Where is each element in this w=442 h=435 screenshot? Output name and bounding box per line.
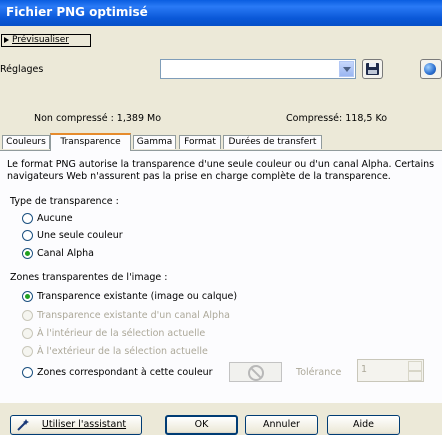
radio-button[interactable] xyxy=(22,213,33,224)
preview-button-label: Prévisualiser xyxy=(12,35,69,45)
ok-button[interactable]: OK xyxy=(165,415,238,435)
radio-button[interactable] xyxy=(22,291,33,302)
no-color-icon xyxy=(248,365,264,381)
help-button[interactable]: Aide xyxy=(327,415,400,435)
title-bar[interactable]: Fichier PNG optimisé xyxy=(0,0,442,26)
color-picker-button[interactable] xyxy=(229,362,282,382)
tab-couleurs[interactable]: Couleurs xyxy=(2,135,50,149)
radio-label: Zones correspondant à cette couleur xyxy=(37,367,213,378)
compressed-size: Compressé: 118,5 Ko xyxy=(286,113,388,124)
description-line-1: Le format PNG autorise la transparence d… xyxy=(7,159,435,170)
tab-transparence[interactable]: Transparence xyxy=(50,133,131,151)
radio-matching-color[interactable]: Zones correspondant à cette couleur xyxy=(22,366,222,380)
cancel-button[interactable]: Annuler xyxy=(245,415,318,435)
web-menu-button[interactable] xyxy=(420,59,442,79)
zones-label: Zones transparentes de l'image : xyxy=(10,272,168,283)
assistant-button-label: Utiliser l'assistant xyxy=(41,419,127,430)
spin-down-button[interactable] xyxy=(408,371,422,381)
uncompressed-size: Non compressé : 1,389 Mo xyxy=(34,113,162,124)
radio-button[interactable] xyxy=(22,230,33,241)
tolerance-input[interactable]: 1 xyxy=(357,359,424,382)
spin-up-button[interactable] xyxy=(408,361,422,371)
radio-button[interactable] xyxy=(22,248,33,259)
chevron-down-icon[interactable] xyxy=(339,61,354,77)
settings-dropdown[interactable] xyxy=(160,59,356,79)
radio-button[interactable] xyxy=(22,310,33,321)
radio-label: À l'intérieur de la sélection actuelle xyxy=(37,328,206,339)
description-line-2: navigateurs Web n'assurent pas la prise … xyxy=(7,171,391,182)
tab-gamma[interactable]: Gamma xyxy=(133,135,176,149)
radio-label: Une seule couleur xyxy=(37,230,123,241)
radio-button[interactable] xyxy=(22,367,33,378)
tab-format[interactable]: Format xyxy=(179,135,221,149)
preview-button[interactable]: Prévisualiser xyxy=(1,34,91,47)
save-settings-button[interactable] xyxy=(362,59,383,79)
radio-label: Canal Alpha xyxy=(37,248,94,259)
radio-alpha-channel-transparency[interactable]: Transparence existante d'un canal Alpha xyxy=(22,309,252,323)
radio-canal-alpha[interactable]: Canal Alpha xyxy=(22,247,142,261)
radio-inside-selection[interactable]: À l'intérieur de la sélection actuelle xyxy=(22,327,252,341)
radio-button[interactable] xyxy=(22,328,33,339)
radio-une-seule-couleur[interactable]: Une seule couleur xyxy=(22,229,142,243)
window-title: Fichier PNG optimisé xyxy=(6,5,148,19)
tolerance-value: 1 xyxy=(361,364,368,375)
transparency-type-label: Type de transparence : xyxy=(10,196,119,207)
radio-label: Aucune xyxy=(37,213,73,224)
assistant-button[interactable]: Utiliser l'assistant xyxy=(10,415,142,435)
expand-arrow-icon xyxy=(4,37,9,43)
radio-label: Transparence existante (image ou calque) xyxy=(37,291,238,302)
settings-label: Réglages xyxy=(0,64,44,75)
tab-strip: Couleurs Transparence Gamma Format Durée… xyxy=(0,133,442,151)
radio-label: À l'extérieur de la sélection actuelle xyxy=(37,346,208,357)
radio-outside-selection[interactable]: À l'extérieur de la sélection actuelle xyxy=(22,345,252,359)
wand-icon xyxy=(17,419,29,431)
tolerance-label: Tolérance xyxy=(296,367,342,378)
radio-aucune[interactable]: Aucune xyxy=(22,212,142,226)
save-icon xyxy=(366,63,379,75)
tab-transfer-times[interactable]: Durées de transfert xyxy=(223,135,322,149)
radio-existing-transparency[interactable]: Transparence existante (image ou calque) xyxy=(22,290,252,304)
radio-button[interactable] xyxy=(22,346,33,357)
globe-icon xyxy=(424,63,436,75)
radio-label: Transparence existante d'un canal Alpha xyxy=(37,310,230,321)
